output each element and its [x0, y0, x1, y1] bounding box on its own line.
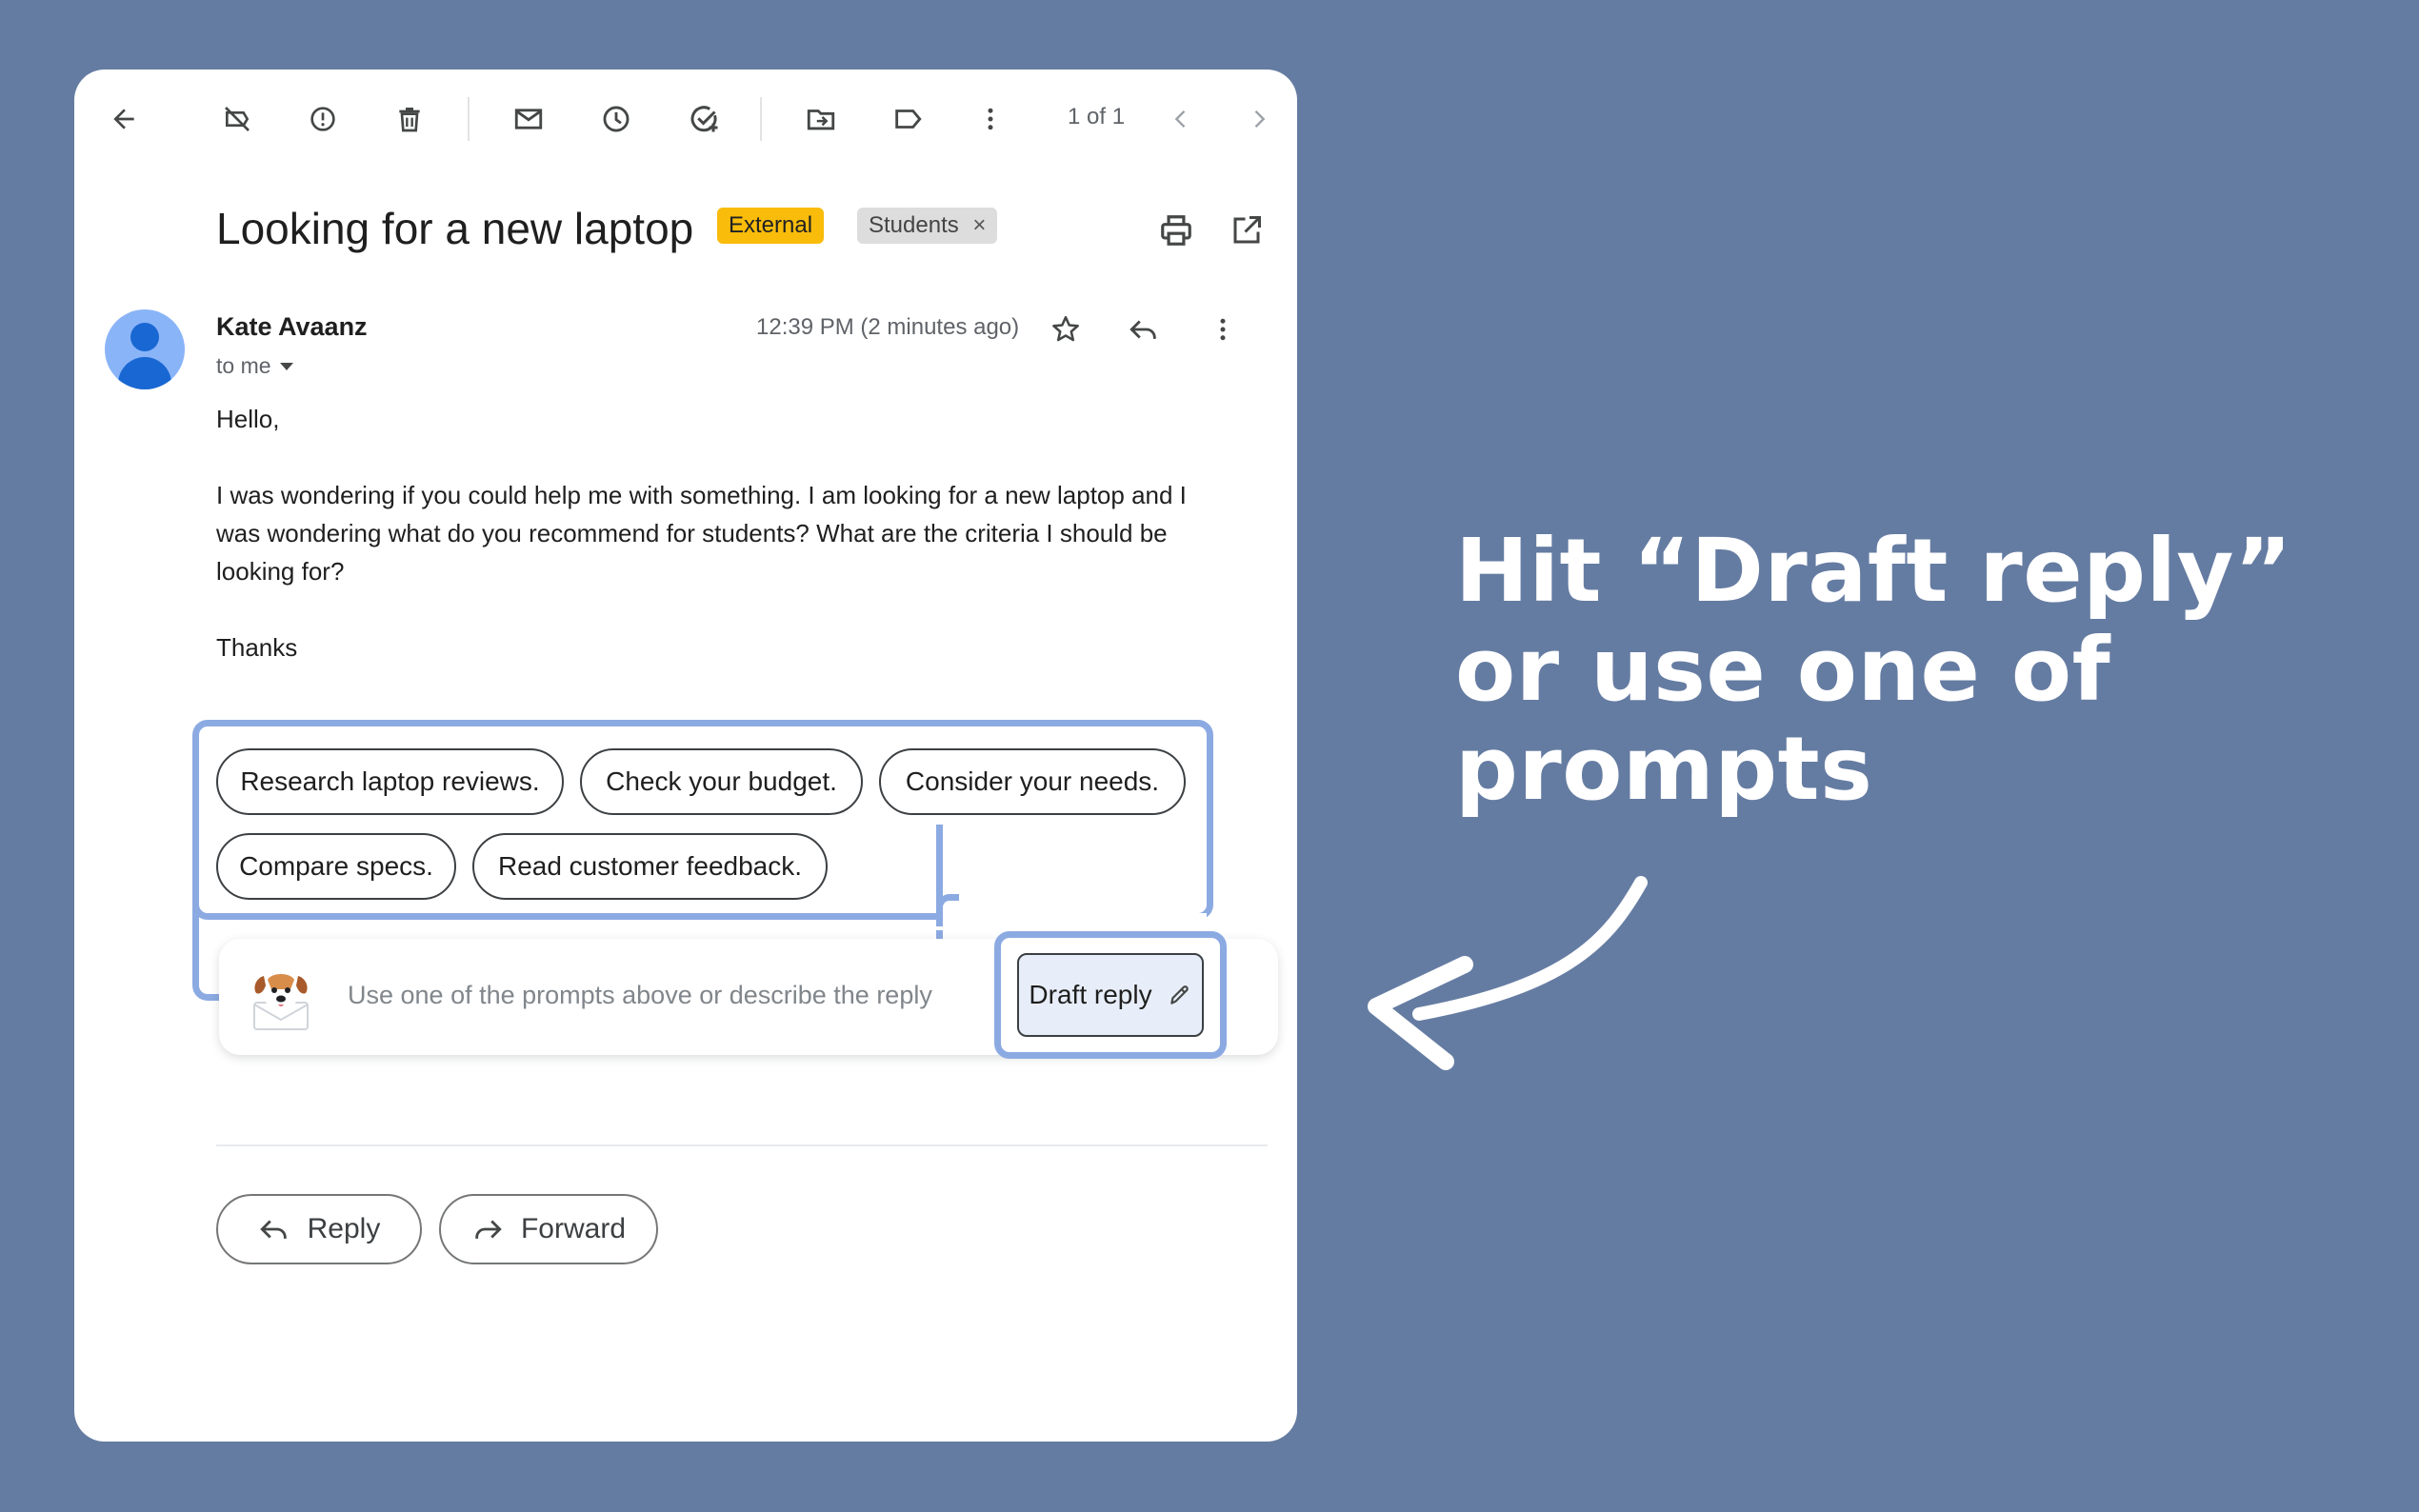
snooze-icon[interactable] — [595, 98, 637, 140]
page-count: 1 of 1 — [1068, 104, 1126, 129]
highlight-corner — [936, 894, 959, 926]
prompt-chip[interactable]: Compare specs. — [216, 833, 456, 900]
reply-button[interactable]: Reply — [216, 1194, 422, 1264]
email-card: 1 of 1 Looking for a new laptop External… — [74, 70, 1297, 1442]
back-arrow-icon[interactable] — [103, 98, 145, 140]
move-to-icon[interactable] — [800, 98, 842, 140]
pencil-icon — [1170, 985, 1189, 1005]
prompt-chip[interactable]: Read customer feedback. — [472, 833, 828, 900]
reply-arrow-icon — [259, 1220, 287, 1239]
more-vert-icon[interactable] — [970, 98, 1011, 140]
email-body: Hello, I was wondering if you could help… — [216, 400, 1226, 705]
sender-name: Kate Avaanz — [216, 312, 368, 341]
star-icon[interactable] — [1044, 308, 1088, 351]
dog-mascot-icon — [248, 962, 314, 1032]
curved-arrow-icon — [1368, 876, 1648, 1070]
label-students-chip: Students × — [857, 208, 998, 244]
reply-label: Reply — [307, 1213, 381, 1244]
email-timestamp: 12:39 PM (2 minutes ago) — [756, 314, 1020, 340]
toolbar-divider — [760, 97, 762, 141]
forward-label: Forward — [520, 1213, 627, 1244]
print-icon[interactable] — [1152, 207, 1200, 254]
delete-icon[interactable] — [389, 98, 430, 140]
remove-label-icon[interactable]: × — [972, 212, 986, 238]
forward-arrow-icon — [475, 1220, 502, 1239]
add-task-icon[interactable] — [684, 98, 726, 140]
draft-reply-label: Draft reply — [1029, 980, 1152, 1009]
sender-avatar — [105, 309, 185, 389]
callout-line: prompts — [1455, 718, 1873, 820]
prompt-chip[interactable]: Research laptop reviews. — [216, 748, 564, 815]
chevron-left-icon[interactable] — [1160, 98, 1202, 140]
recipient-details[interactable]: to me — [216, 353, 294, 379]
archive-off-icon[interactable] — [216, 98, 258, 140]
toolbar-divider — [468, 97, 470, 141]
body-greeting: Hello, — [216, 405, 280, 433]
body-signoff: Thanks — [216, 633, 298, 662]
avatar-body — [118, 357, 171, 389]
label-icon[interactable] — [887, 98, 929, 140]
label-students-text: Students — [869, 212, 959, 238]
reply-prompt-input[interactable]: Use one of the prompts above or describe… — [348, 981, 932, 1010]
forward-button[interactable]: Forward — [439, 1194, 658, 1264]
callout-line: or use one of — [1455, 619, 2111, 721]
highlight-mask — [936, 913, 1207, 930]
prompt-chip[interactable]: Consider your needs. — [879, 748, 1186, 815]
recipient-text: to me — [216, 353, 271, 378]
reply-icon[interactable] — [1122, 308, 1166, 351]
mark-unread-icon[interactable] — [508, 98, 550, 140]
prompt-chip[interactable]: Check your budget. — [580, 748, 863, 815]
avatar-head — [130, 323, 159, 351]
report-spam-icon[interactable] — [302, 98, 344, 140]
open-in-new-window-icon[interactable] — [1223, 207, 1270, 254]
actions-divider — [216, 1144, 1268, 1146]
callout-line: Hit “Draft reply” — [1455, 520, 2292, 622]
label-external-badge: External — [717, 208, 825, 244]
body-paragraph: I was wondering if you could help me wit… — [216, 481, 1187, 586]
email-subject: Looking for a new laptop — [216, 204, 694, 253]
chevron-right-icon[interactable] — [1238, 98, 1280, 140]
message-more-icon[interactable] — [1201, 308, 1245, 351]
callout-headline: Hit “Draft reply” or use one of prompts — [1455, 522, 2292, 819]
caret-down-icon — [279, 362, 293, 370]
draft-reply-button[interactable]: Draft reply — [1017, 953, 1204, 1037]
